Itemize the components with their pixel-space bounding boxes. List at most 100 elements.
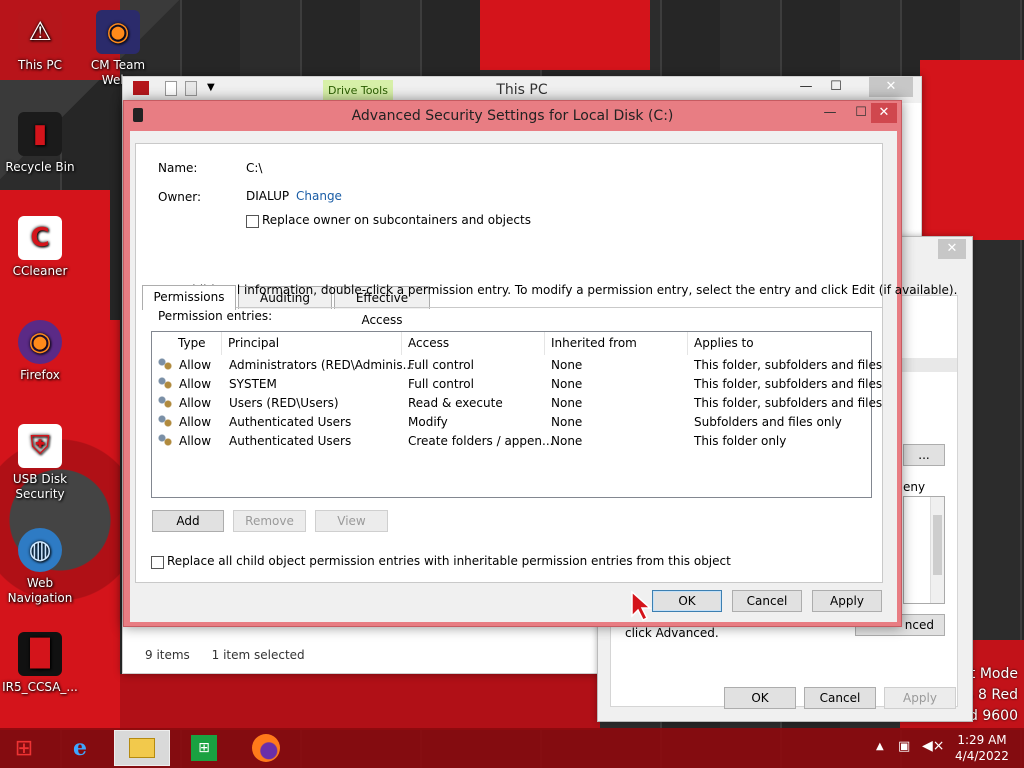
clock-time: 1:29 AM — [957, 733, 1007, 747]
cell-type: Allow — [179, 396, 212, 410]
owner-value: DIALUP — [246, 189, 290, 203]
cell-type: Allow — [179, 358, 212, 372]
dialog-body: Name: C:\ Owner: DIALUP Change Replace o… — [130, 131, 957, 622]
desktop-icon-label: Recycle Bin — [5, 160, 75, 174]
desktop-icon-usb-disk-security[interactable]: ⛨ USB Disk Security — [0, 424, 80, 502]
view-button[interactable]: View — [315, 510, 388, 532]
minimize-button[interactable]: — — [815, 103, 845, 123]
desktop-icon-label: IR5_CCSA_... — [2, 680, 78, 694]
cell-access: Create folders / appen... — [408, 434, 554, 448]
maximize-button[interactable]: ☐ — [821, 77, 851, 97]
cell-applies-to: This folder, subfolders and files — [694, 358, 883, 372]
cancel-button[interactable]: Cancel — [804, 687, 876, 709]
remove-button[interactable]: Remove — [233, 510, 306, 532]
firefox-icon[interactable] — [242, 730, 290, 766]
cell-principal: Administrators (RED\Adminis... — [229, 358, 415, 372]
column-header-access[interactable]: Access — [402, 332, 545, 355]
internet-explorer-icon[interactable]: e — [56, 730, 104, 766]
show-hidden-icons[interactable]: ▲ — [876, 741, 884, 752]
taskbar: ⊞ e ⊞ ▲ ▣ ◀× 1:29 AM 4/4/2022 — [0, 728, 1024, 768]
users-icon — [157, 357, 173, 373]
permissions-list — [903, 496, 945, 604]
ok-button[interactable]: OK — [652, 590, 722, 612]
firefox-icon: ◉ — [96, 10, 140, 54]
ok-button[interactable]: OK — [724, 687, 796, 709]
cell-access: Full control — [408, 377, 474, 391]
column-header-applies-to[interactable]: Applies to — [688, 332, 871, 355]
replace-owner-checkbox[interactable] — [246, 215, 259, 228]
cell-inherited-from: None — [551, 358, 583, 372]
maximize-button[interactable]: ☐ — [849, 103, 873, 123]
replace-child-checkbox[interactable] — [151, 556, 164, 569]
desktop-icon-firefox[interactable]: ◉ Firefox — [0, 320, 80, 383]
replace-child-label: Replace all child object permission entr… — [167, 554, 731, 568]
deny-column-label: eny — [903, 480, 926, 494]
cell-access: Modify — [408, 415, 448, 429]
clock[interactable]: 1:29 AM 4/4/2022 — [952, 732, 1012, 764]
advanced-hint: click Advanced. — [625, 626, 719, 640]
name-label: Name: — [158, 161, 198, 175]
cell-applies-to: This folder, subfolders and files — [694, 396, 883, 410]
name-value: C:\ — [246, 161, 263, 175]
desktop-icon-this-pc[interactable]: ⚠ This PC — [0, 10, 80, 73]
table-row[interactable]: Allow SYSTEM Full control None This fold… — [154, 375, 882, 394]
recycle-bin-icon: ▮ — [18, 112, 62, 156]
monitor-icon: ⚠ — [18, 10, 62, 54]
volume-icon[interactable]: ◀× — [922, 738, 945, 754]
close-button[interactable]: ✕ — [869, 77, 913, 97]
scrollbar[interactable] — [930, 497, 944, 603]
cell-inherited-from: None — [551, 434, 583, 448]
permission-entries-label: Permission entries: — [158, 309, 273, 323]
cell-applies-to: Subfolders and files only — [694, 415, 842, 429]
apply-button[interactable]: Apply — [812, 590, 882, 612]
watermark-line: t Mode — [969, 666, 1018, 682]
cell-applies-to: This folder only — [694, 434, 787, 448]
ellipsis-button[interactable]: ... — [903, 444, 945, 466]
firefox-icon: ◉ — [18, 320, 62, 364]
info-text: For additional information, double-click… — [158, 283, 958, 297]
tab-permissions[interactable]: Permissions — [142, 285, 236, 310]
clock-date: 4/4/2022 — [955, 749, 1009, 763]
table-row[interactable]: Allow Users (RED\Users) Read & execute N… — [154, 394, 882, 413]
desktop-icon-ir5[interactable]: ▐▌ IR5_CCSA_... — [0, 632, 80, 695]
cell-access: Full control — [408, 358, 474, 372]
ccleaner-icon: C — [18, 216, 62, 260]
change-owner-link[interactable]: Change — [296, 189, 342, 203]
file-explorer-icon[interactable] — [114, 730, 170, 766]
column-header-inherited-from[interactable]: Inherited from — [545, 332, 688, 355]
shield-icon: ⛨ — [18, 424, 62, 468]
users-icon — [157, 395, 173, 411]
column-header-type[interactable]: Type — [172, 332, 222, 355]
apply-button[interactable]: Apply — [884, 687, 956, 709]
status-selection: 1 item selected — [211, 648, 305, 662]
cell-inherited-from: None — [551, 415, 583, 429]
cell-inherited-from: None — [551, 396, 583, 410]
desktop-icon-web-navigation[interactable]: ◍ Web Navigation — [0, 528, 80, 606]
store-icon[interactable]: ⊞ — [180, 730, 228, 766]
desktop-icon-ccleaner[interactable]: C CCleaner — [0, 216, 80, 279]
table-row[interactable]: Allow Authenticated Users Modify None Su… — [154, 413, 870, 432]
start-button[interactable]: ⊞ — [0, 730, 48, 766]
users-icon — [157, 376, 173, 392]
minimize-button[interactable]: — — [791, 77, 821, 97]
status-item-count: 9 items — [145, 648, 190, 662]
cell-principal: Authenticated Users — [229, 434, 352, 448]
desktop-icon-label: CCleaner — [12, 264, 68, 278]
cancel-button[interactable]: Cancel — [732, 590, 802, 612]
close-button[interactable]: ✕ — [871, 103, 897, 123]
desktop-icon-label: This PC — [18, 58, 62, 72]
desktop-icon-recycle-bin[interactable]: ▮ Recycle Bin — [0, 112, 80, 175]
app-icon: ▐▌ — [18, 632, 62, 676]
close-button[interactable]: ✕ — [938, 239, 966, 259]
owner-label: Owner: — [158, 190, 202, 204]
table-row[interactable]: Allow Authenticated Users Create folders… — [154, 432, 870, 451]
column-header-principal[interactable]: Principal — [222, 332, 402, 355]
watermark-line: s 8 Red — [966, 687, 1018, 703]
mouse-cursor-icon — [631, 590, 652, 622]
permission-entries-list[interactable]: Type Principal Access Inherited from App… — [151, 331, 882, 498]
globe-icon: ◍ — [18, 528, 62, 572]
add-button[interactable]: Add — [152, 510, 224, 532]
replace-owner-label: Replace owner on subcontainers and objec… — [262, 213, 531, 227]
network-icon[interactable]: ▣ — [898, 739, 910, 754]
table-row[interactable]: Allow Administrators (RED\Adminis... Ful… — [154, 356, 882, 375]
